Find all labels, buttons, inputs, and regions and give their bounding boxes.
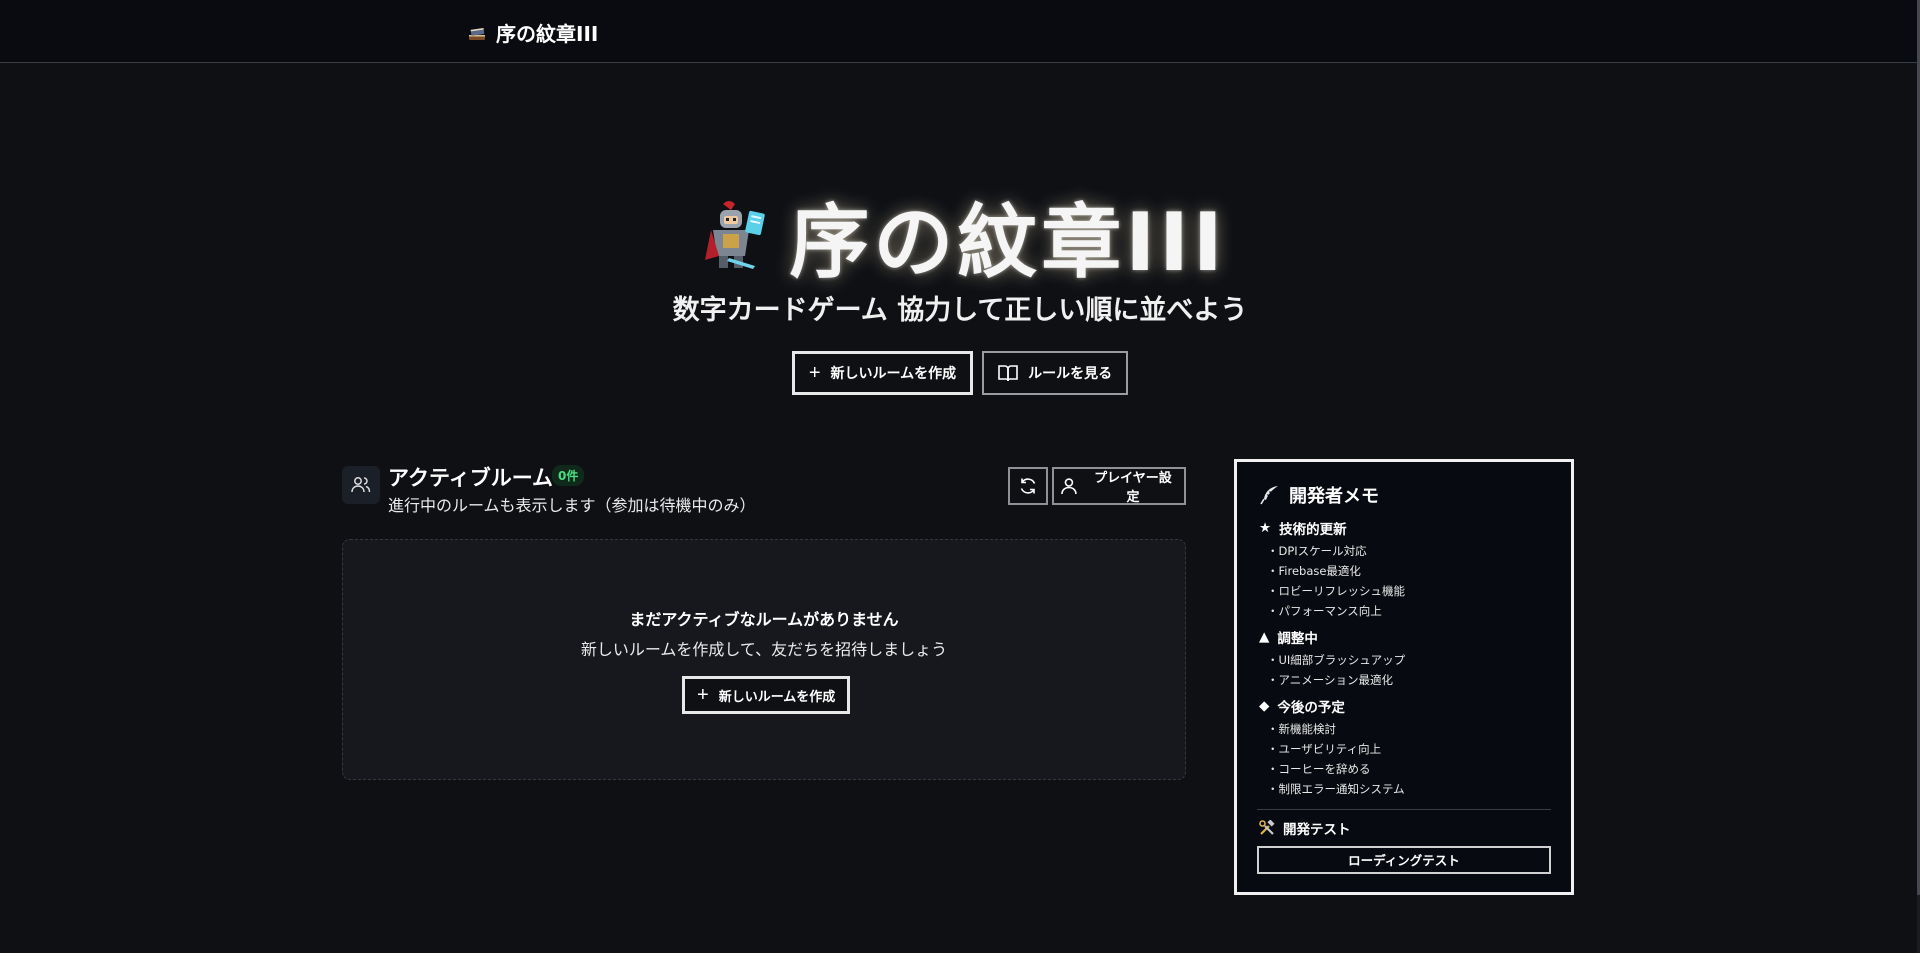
dev-test-title: 開発テスト — [1259, 818, 1549, 838]
star-icon: ★ — [1259, 520, 1272, 536]
plus-icon: + — [697, 684, 709, 706]
memo-item: コーヒーを辞める — [1259, 759, 1549, 779]
memo-item: UI細部ブラッシュアップ — [1259, 650, 1549, 670]
refresh-rooms-button[interactable] — [1008, 467, 1048, 505]
memo-item: DPIスケール対応 — [1259, 541, 1549, 561]
dev-test-label: 開発テスト — [1283, 822, 1351, 838]
create-room-label: 新しいルームを作成 — [830, 365, 957, 381]
memo-list: UI細部ブラッシュアップ アニメーション最適化 — [1259, 650, 1549, 690]
empty-state-description: 新しいルームを作成して、友だちを招待しましょう — [580, 640, 948, 659]
memo-section-title: ▲ 調整中 — [1259, 627, 1549, 647]
memo-section-label: 技術的更新 — [1279, 522, 1347, 538]
memo-item: ユーザビリティ向上 — [1259, 739, 1549, 759]
player-settings-label: プレイヤー設定 — [1094, 470, 1172, 504]
memo-section-in-progress: ▲ 調整中 UI細部ブラッシュアップ アニメーション最適化 — [1259, 627, 1549, 690]
memo-item: 制限エラー通知システム — [1259, 779, 1549, 799]
memo-section-label: 調整中 — [1277, 631, 1318, 647]
memo-section-tech-updates: ★ 技術的更新 DPIスケール対応 Firebase最適化 ロビーリフレッシュ機… — [1259, 518, 1549, 621]
active-rooms-description: 進行中のルームも表示します（参加は待機中のみ） — [388, 496, 756, 515]
hero-title: 序の紋章III — [0, 178, 1920, 294]
memo-list: 新機能検討 ユーザビリティ向上 コーヒーを辞める 制限エラー通知システム — [1259, 719, 1549, 799]
player-settings-button[interactable]: プレイヤー設定 — [1052, 467, 1186, 505]
refresh-icon — [1020, 478, 1036, 494]
rooms-empty-state: まだアクティブなルームがありません 新しいルームを作成して、友だちを招待しましょ… — [342, 539, 1186, 780]
memo-divider — [1257, 809, 1551, 810]
hero-subtitle: 数字カードゲーム 協力して正しい順に並べよう — [672, 295, 1248, 326]
diamond-icon: ◆ — [1259, 698, 1270, 714]
brand-title: 序の紋章III — [496, 22, 599, 46]
view-rules-button[interactable]: ルールを見る — [982, 351, 1129, 395]
active-rooms-header: アクティブルーム 0件 進行中のルームも表示します（参加は待機中のみ） プレイヤ… — [342, 462, 1186, 515]
brand[interactable]: 序の紋章III — [466, 18, 598, 47]
memo-item: パフォーマンス向上 — [1259, 601, 1549, 621]
knight-icon — [705, 201, 766, 269]
create-room-button[interactable]: + 新しいルームを作成 — [791, 351, 974, 395]
memo-item: Firebase最適化 — [1259, 561, 1549, 581]
top-bar: 序の紋章III — [0, 0, 1920, 63]
hero-actions: + 新しいルームを作成 ルールを見る — [0, 351, 1920, 395]
loading-test-button[interactable]: ローディングテスト — [1257, 846, 1551, 874]
empty-create-room-button[interactable]: + 新しいルームを作成 — [682, 676, 851, 714]
memo-section-title: ★ 技術的更新 — [1259, 518, 1549, 538]
active-rooms-title: アクティブルーム — [388, 466, 554, 490]
developer-memo-panel: 開発者メモ ★ 技術的更新 DPIスケール対応 Firebase最適化 ロビーリ… — [1234, 459, 1574, 895]
memo-list: DPIスケール対応 Firebase最適化 ロビーリフレッシュ機能 パフォーマン… — [1259, 541, 1549, 621]
memo-item: 新機能検討 — [1259, 719, 1549, 739]
tools-icon — [1259, 820, 1275, 835]
memo-section-title: ◆ 今後の予定 — [1259, 696, 1549, 716]
hero-title-text: 序の紋章III — [789, 196, 1227, 289]
view-rules-label: ルールを見る — [1028, 365, 1113, 381]
user-icon — [1061, 478, 1077, 495]
users-icon — [342, 466, 380, 504]
empty-create-room-label: 新しいルームを作成 — [718, 688, 836, 704]
memo-title-text: 開発者メモ — [1289, 486, 1379, 507]
book-stack-icon — [469, 27, 485, 40]
plus-icon: + — [808, 362, 821, 384]
empty-state-title: まだアクティブなルームがありません — [629, 610, 899, 629]
memo-section-future-plans: ◆ 今後の予定 新機能検討 ユーザビリティ向上 コーヒーを辞める 制限エラー通知… — [1259, 696, 1549, 799]
memo-item: アニメーション最適化 — [1259, 670, 1549, 690]
book-open-icon — [998, 365, 1018, 382]
room-count-badge: 0件 — [552, 465, 585, 486]
feather-icon — [1260, 486, 1278, 505]
memo-item: ロビーリフレッシュ機能 — [1259, 581, 1549, 601]
triangle-icon: ▲ — [1259, 629, 1270, 645]
memo-section-label: 今後の予定 — [1277, 700, 1345, 716]
memo-title: 開発者メモ — [1259, 482, 1549, 508]
